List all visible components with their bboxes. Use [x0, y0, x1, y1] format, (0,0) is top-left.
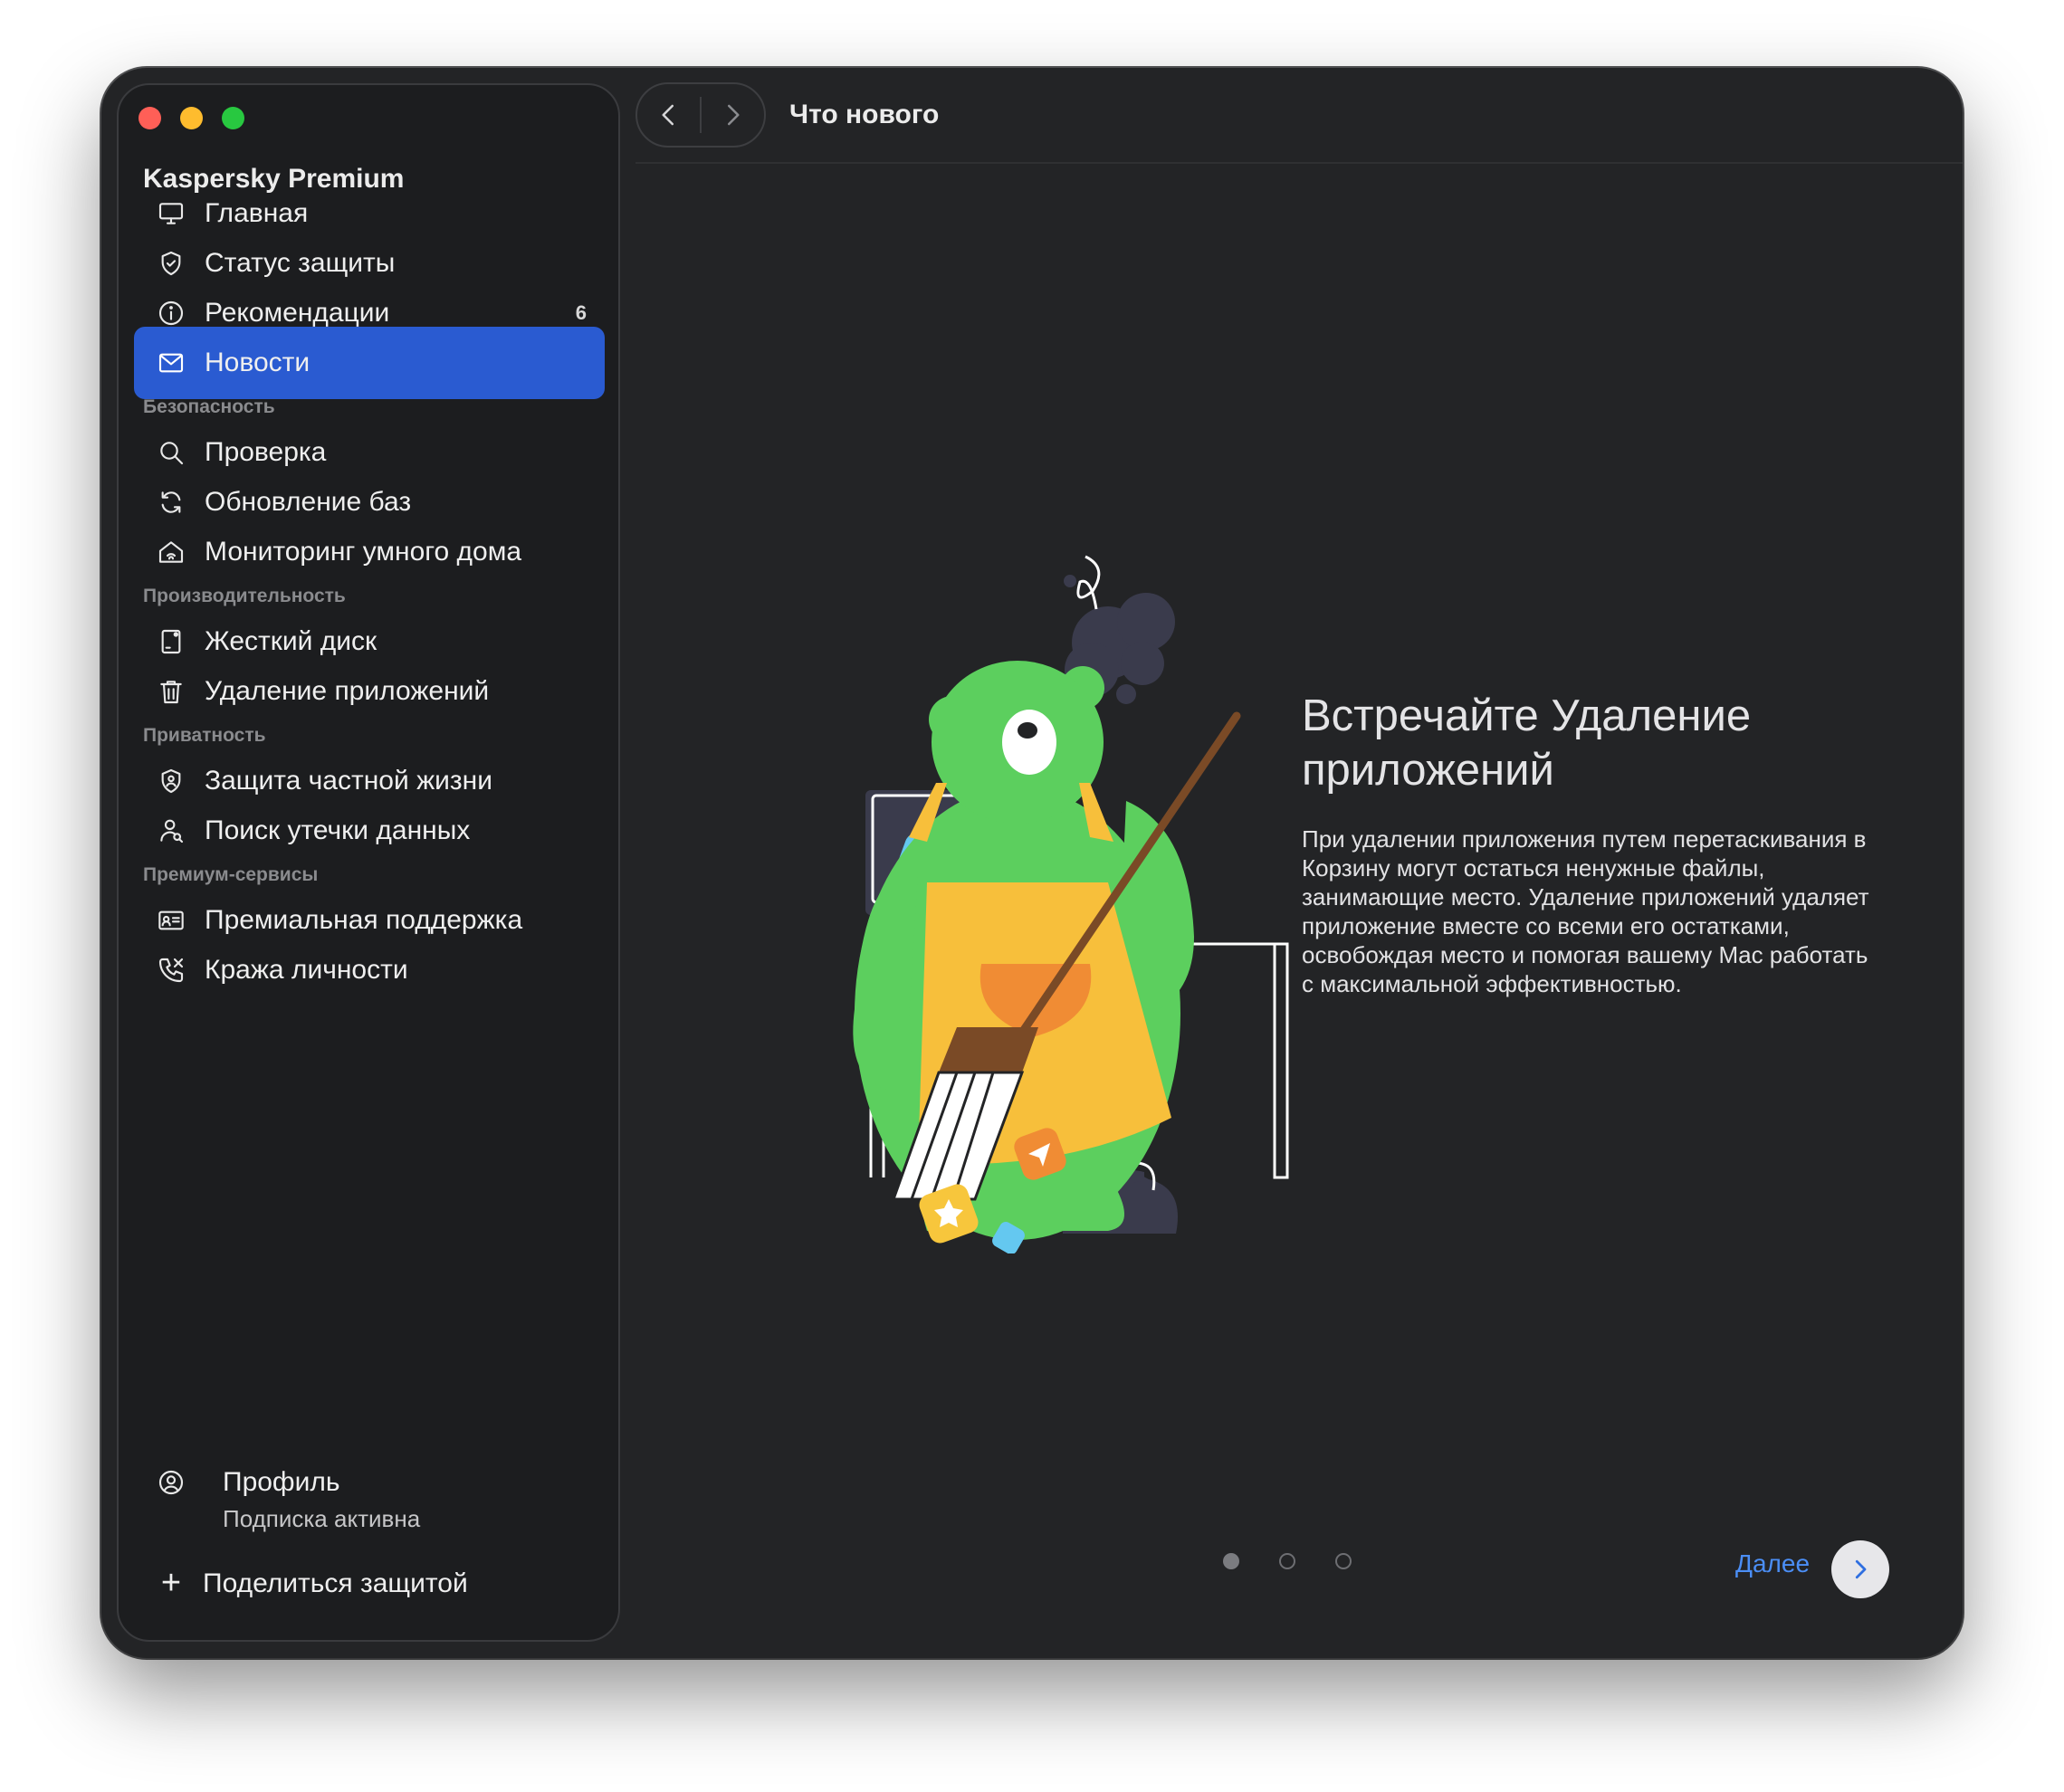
privacy-shield-icon: [156, 766, 186, 796]
sidebar-item-label: Удаление приложений: [205, 676, 490, 706]
search-icon: [156, 437, 186, 468]
user-search-icon: [156, 815, 186, 846]
minimize-button[interactable]: [180, 107, 203, 129]
sidebar-item-label: Жесткий диск: [205, 626, 377, 656]
sidebar-item-label: Обновление баз: [205, 487, 412, 517]
plus-icon: +: [160, 1564, 182, 1602]
pager: [1223, 1553, 1352, 1569]
chevron-right-icon: [728, 104, 740, 126]
traffic-lights: [139, 107, 244, 129]
sidebar-item-label: Новости: [205, 348, 311, 377]
id-card-icon: [156, 905, 186, 936]
news-body: При удалении приложения путем перетаскив…: [1302, 825, 1869, 997]
sidebar-item-label: Мониторинг умного дома: [205, 537, 522, 567]
sidebar-item-label: Главная: [205, 198, 309, 228]
zoom-button[interactable]: [222, 107, 244, 129]
back-button[interactable]: [637, 84, 700, 146]
smart-home-icon: [156, 537, 186, 567]
pager-dot-1[interactable]: [1223, 1553, 1239, 1569]
section-title-privacy: Приватность: [143, 725, 266, 746]
sidebar-item-label: Статус защиты: [205, 248, 396, 278]
sidebar-item-label: Премиальная поддержка: [205, 905, 523, 935]
bear-sweeping-illustration: [853, 555, 1289, 1253]
sidebar-item-label: Поиск утечки данных: [205, 815, 471, 845]
info-icon: [156, 298, 186, 329]
chevron-right-icon: [1855, 1559, 1867, 1579]
monitor-icon: [156, 198, 186, 229]
section-title-premium: Премиум-сервисы: [143, 864, 319, 885]
chevron-left-icon: [662, 104, 674, 126]
profile-item[interactable]: Профиль Подписка активна: [156, 1467, 420, 1533]
hard-drive-icon: [156, 626, 186, 657]
pager-dot-2[interactable]: [1279, 1553, 1295, 1569]
section-title-performance: Производительность: [143, 586, 346, 606]
sidebar-item-data-leak-check[interactable]: Поиск утечки данных: [134, 795, 605, 867]
sidebar-item-news[interactable]: Новости: [134, 327, 605, 399]
refresh-icon: [156, 487, 186, 518]
profile-name: Профиль: [223, 1467, 340, 1497]
forward-button[interactable]: [702, 84, 764, 146]
navigation-buttons: [635, 82, 766, 148]
page-title: Что нового: [789, 100, 940, 129]
sidebar-item-label: Защита частной жизни: [205, 766, 492, 796]
sidebar-item-label: Проверка: [205, 437, 327, 467]
trash-icon: [156, 676, 186, 707]
next-link[interactable]: Далее: [1735, 1549, 1810, 1578]
sidebar-item-identity-theft[interactable]: Кража личности: [134, 934, 605, 1006]
sidebar-item-app-uninstall[interactable]: Удаление приложений: [134, 655, 605, 728]
sidebar: Kaspersky Premium Главная Статус защиты …: [117, 83, 620, 1642]
sidebar-item-smart-home[interactable]: Мониторинг умного дома: [134, 516, 605, 588]
phone-icon: [156, 955, 186, 986]
mail-icon: [156, 348, 186, 378]
sidebar-item-label: Рекомендации: [205, 298, 390, 328]
user-circle-icon: [156, 1467, 186, 1498]
share-protection-button[interactable]: + Поделиться защитой: [156, 1564, 468, 1603]
subscription-status: Подписка активна: [223, 1505, 421, 1532]
recommendations-count-badge: 6: [575, 301, 587, 324]
toolbar: Что нового: [635, 68, 1963, 164]
section-title-security: Безопасность: [143, 396, 275, 417]
close-button[interactable]: [139, 107, 161, 129]
pager-dot-3[interactable]: [1335, 1553, 1352, 1569]
news-headline: Встречайте Удаление приложений: [1302, 691, 1752, 795]
app-window: Kaspersky Premium Главная Статус защиты …: [101, 68, 1963, 1658]
shield-check-icon: [156, 248, 186, 279]
share-protection-label: Поделиться защитой: [203, 1568, 468, 1598]
next-button[interactable]: [1831, 1540, 1889, 1598]
sidebar-item-label: Кража личности: [205, 955, 408, 985]
